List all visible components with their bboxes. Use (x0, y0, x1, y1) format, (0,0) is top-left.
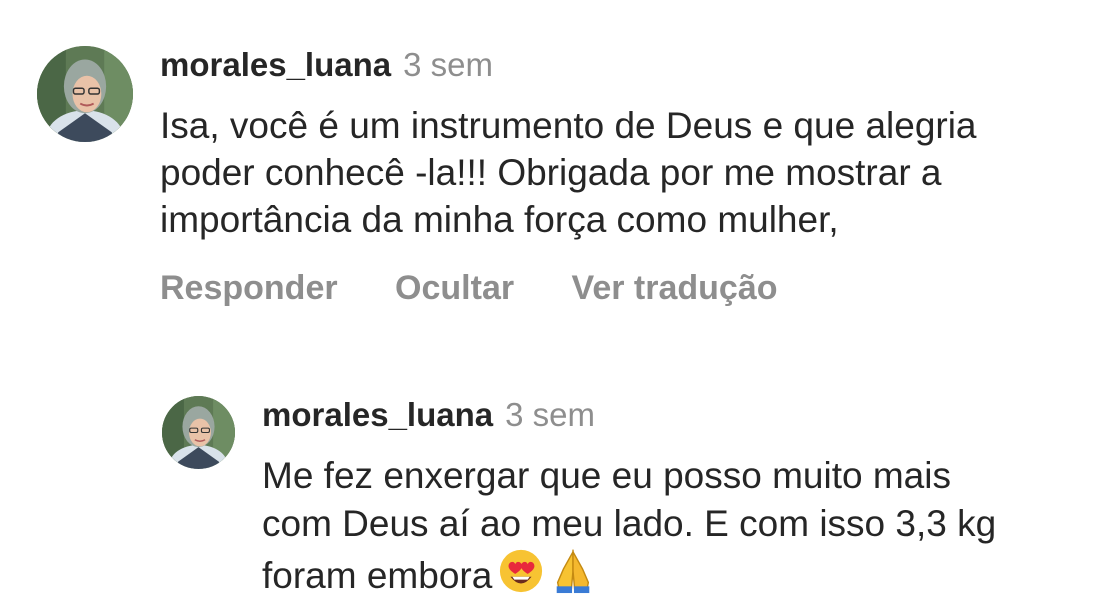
reply-button[interactable]: Responder (160, 271, 338, 305)
heart-eyes-emoji-icon (500, 549, 543, 593)
username[interactable]: morales_luana (160, 46, 391, 83)
comment-text-line: com Deus aí ao meu lado. E com isso 3,3 … (262, 503, 997, 544)
comment-text-line: importância da minha força como mulher, (160, 199, 839, 240)
comment-text-line: poder conhecê -la!!! Obrigada por me mos… (160, 152, 942, 193)
username[interactable]: morales_luana (262, 396, 493, 433)
comment-text-line-last: foram embora (262, 548, 996, 600)
hide-button[interactable]: Ocultar (395, 271, 514, 305)
translate-button[interactable]: Ver tradução (572, 271, 778, 305)
folded-hands-emoji-icon (557, 549, 590, 594)
comment-text: Me fez enxergar que eu posso muito mais … (262, 452, 996, 600)
comment-actions: Responder Ocultar Ver tradução (160, 271, 826, 305)
comment-text-line: Isa, você é um instrumento de Deus e que… (160, 105, 977, 146)
comment-text-line: Me fez enxergar que eu posso muito mais (262, 455, 951, 496)
avatar[interactable] (162, 396, 235, 469)
comment-header: morales_luana 3 sem (160, 48, 493, 81)
comment-text: Isa, você é um instrumento de Deus e que… (160, 102, 977, 243)
timestamp: 3 sem (403, 46, 493, 83)
comment-header: morales_luana 3 sem (262, 398, 595, 431)
comment-text-line: foram embora (262, 555, 493, 596)
timestamp: 3 sem (505, 396, 595, 433)
avatar[interactable] (37, 46, 133, 142)
avatar-photo (162, 396, 235, 469)
avatar-photo (37, 46, 133, 142)
